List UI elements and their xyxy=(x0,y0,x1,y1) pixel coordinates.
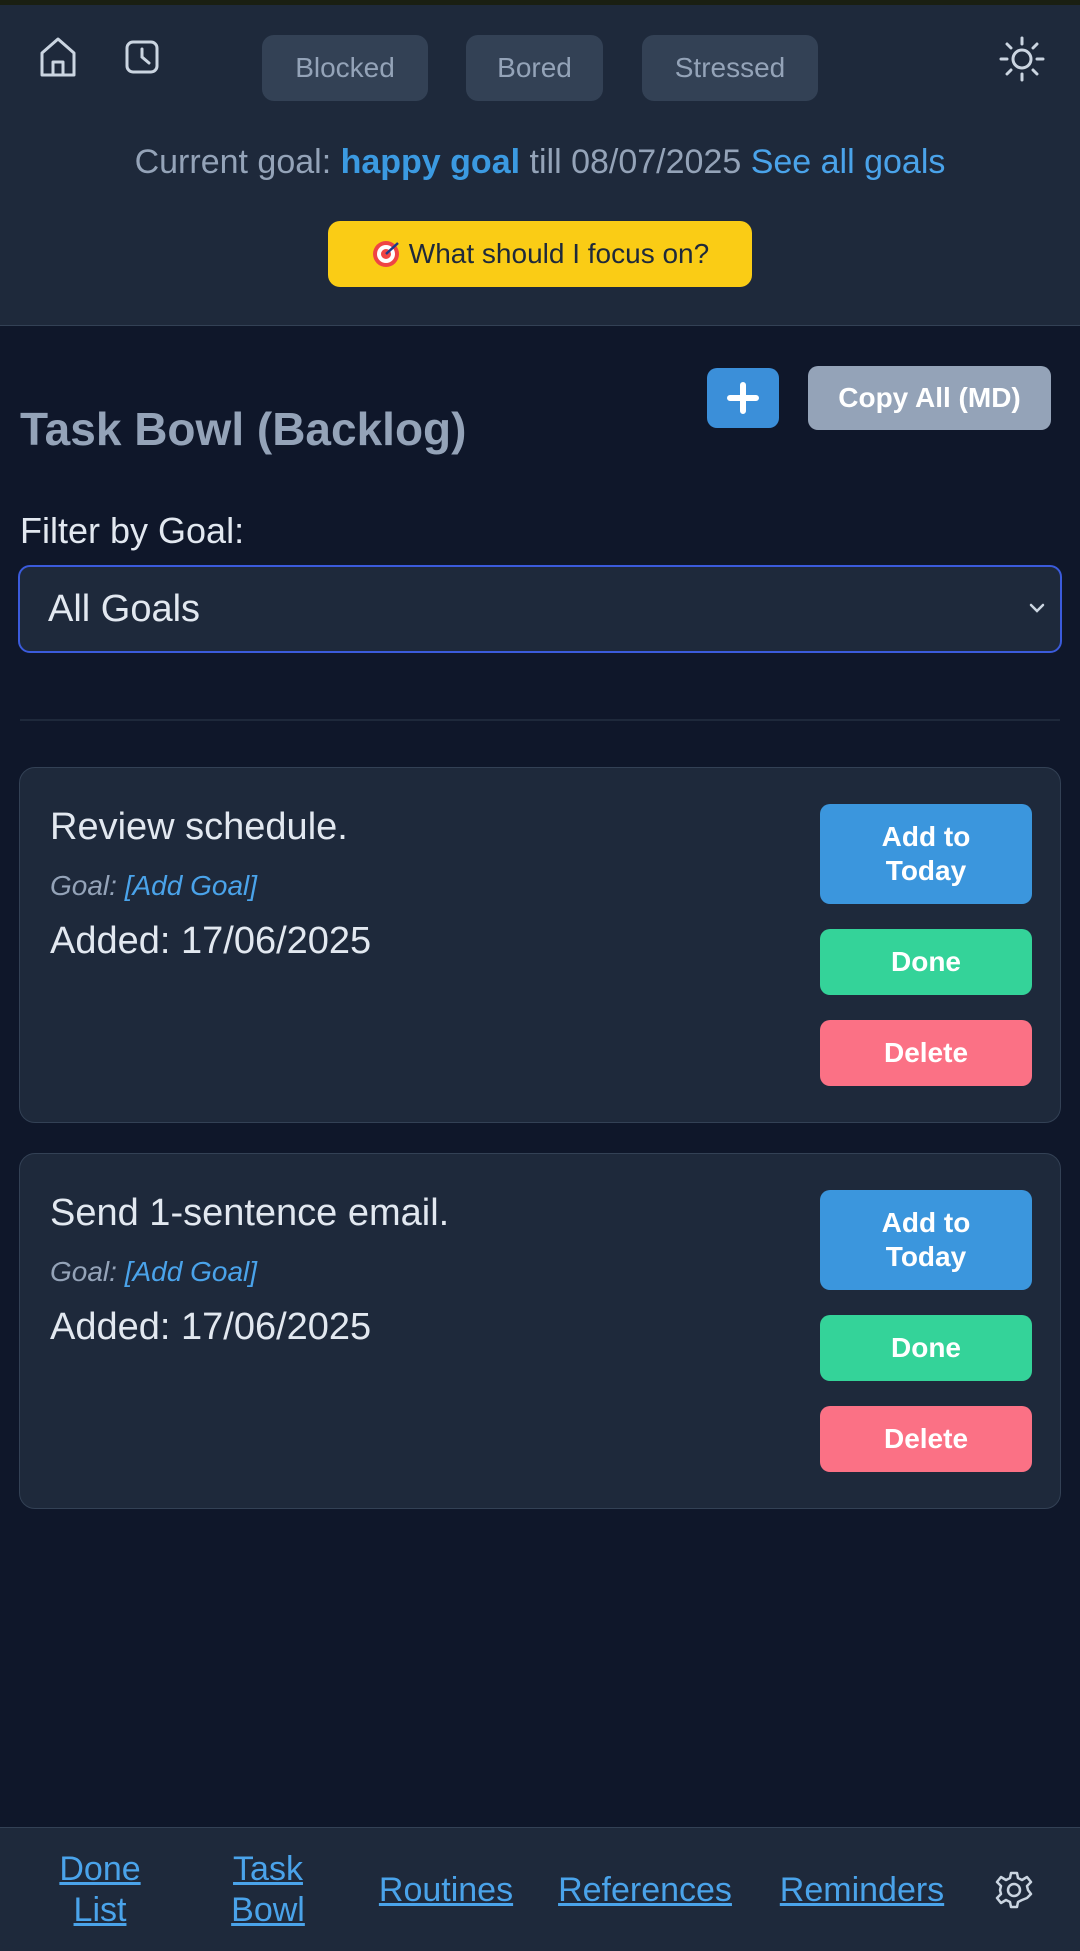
delete-button[interactable]: Delete xyxy=(820,1406,1032,1472)
add-task-button[interactable] xyxy=(707,368,779,428)
mood-blocked-button[interactable]: Blocked xyxy=(262,35,428,101)
target-icon xyxy=(372,241,399,267)
task-title: Send 1-sentence email. xyxy=(50,1192,450,1234)
nav-references[interactable]: References xyxy=(552,1828,738,1951)
theme-toggle-button[interactable] xyxy=(996,33,1048,85)
home-button[interactable] xyxy=(36,33,80,81)
mood-bored-button[interactable]: Bored xyxy=(466,35,603,101)
goal-deadline: till 08/07/2025 xyxy=(529,143,742,181)
add-goal-link[interactable]: [Add Goal] xyxy=(125,870,257,901)
focus-button-label: What should I focus on? xyxy=(408,238,710,269)
clock-button[interactable] xyxy=(120,33,164,81)
task-card: Review schedule. Goal: [Add Goal] Added:… xyxy=(19,767,1061,1123)
sun-icon xyxy=(999,36,1045,82)
copy-all-button[interactable]: Copy All (MD) xyxy=(808,366,1051,430)
add-to-today-button[interactable]: Add to Today xyxy=(820,1190,1032,1290)
filter-label: Filter by Goal: xyxy=(20,510,245,551)
task-goal: Goal: [Add Goal] xyxy=(50,870,257,902)
gear-icon xyxy=(995,1871,1033,1909)
nav-routines[interactable]: Routines xyxy=(372,1828,520,1951)
filter-selected-value: All Goals xyxy=(48,587,201,630)
mood-stressed-button[interactable]: Stressed xyxy=(642,35,818,101)
task-title: Review schedule. xyxy=(50,806,348,848)
nav-reminders[interactable]: Reminders xyxy=(772,1828,952,1951)
goal-name-link[interactable]: happy goal xyxy=(341,143,520,181)
clock-icon xyxy=(125,40,159,74)
add-goal-link[interactable]: [Add Goal] xyxy=(125,1256,257,1287)
page-title: Task Bowl (Backlog) xyxy=(20,403,467,455)
focus-button[interactable]: What should I focus on? xyxy=(328,221,752,287)
bottom-nav: Done List Task Bowl Routines References … xyxy=(0,1827,1080,1951)
see-all-goals-link[interactable]: See all goals xyxy=(751,143,946,181)
nav-task-bowl[interactable]: Task Bowl xyxy=(218,1828,318,1951)
add-to-today-button[interactable]: Add to Today xyxy=(820,804,1032,904)
home-icon xyxy=(40,37,76,77)
task-added-date: Added: 17/06/2025 xyxy=(50,1306,372,1348)
task-goal-label: Goal: xyxy=(50,1256,117,1287)
goal-prefix: Current goal: xyxy=(134,143,332,181)
task-added-date: Added: 17/06/2025 xyxy=(50,920,372,962)
current-goal-line: Current goal: happy goal till 08/07/2025… xyxy=(0,143,1080,182)
nav-done-list[interactable]: Done List xyxy=(50,1828,150,1951)
done-button[interactable]: Done xyxy=(820,929,1032,995)
goal-filter-select[interactable]: All Goals xyxy=(18,565,1062,653)
plus-icon xyxy=(727,382,759,414)
delete-button[interactable]: Delete xyxy=(820,1020,1032,1086)
divider xyxy=(20,719,1060,721)
done-button[interactable]: Done xyxy=(820,1315,1032,1381)
app-header: Blocked Bored Stressed Current goal: hap… xyxy=(0,5,1080,326)
task-card: Send 1-sentence email. Goal: [Add Goal] … xyxy=(19,1153,1061,1509)
chevron-down-icon xyxy=(1029,603,1045,613)
settings-button[interactable] xyxy=(994,1870,1034,1910)
task-goal: Goal: [Add Goal] xyxy=(50,1256,257,1288)
task-goal-label: Goal: xyxy=(50,870,117,901)
